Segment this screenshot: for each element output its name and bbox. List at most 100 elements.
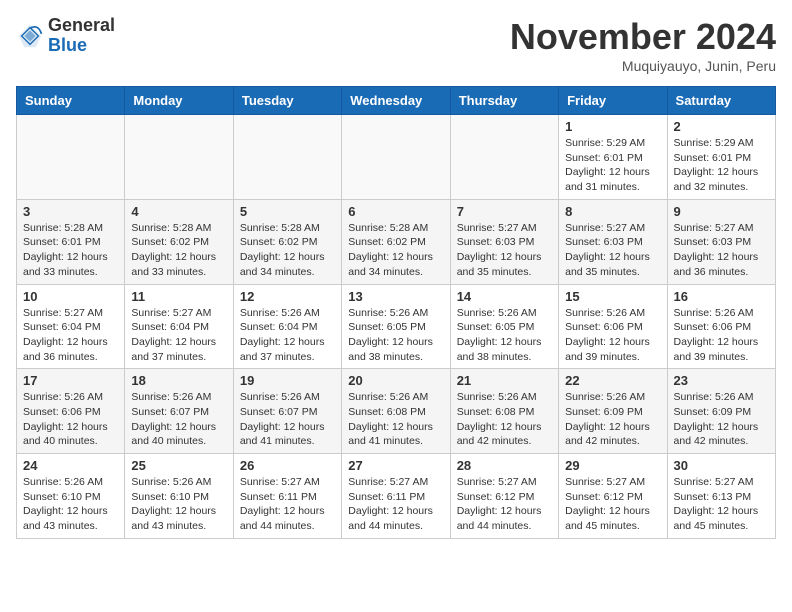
day-info: Sunrise: 5:28 AMSunset: 6:01 PMDaylight:… bbox=[23, 221, 118, 280]
calendar-day-cell: 25Sunrise: 5:26 AMSunset: 6:10 PMDayligh… bbox=[125, 454, 233, 539]
calendar-day-cell: 19 Sunrise: 5:26 AMSunset: 6:07 PMDayligh… bbox=[233, 369, 341, 454]
calendar-day-cell: 27Sunrise: 5:27 AMSunset: 6:11 PMDayligh… bbox=[342, 454, 450, 539]
calendar-day-cell bbox=[125, 115, 233, 200]
day-info: Sunrise: 5:29 AMSunset: 6:01 PMDaylight:… bbox=[565, 136, 660, 195]
calendar-day-cell: 24Sunrise: 5:26 AMSunset: 6:10 PMDayligh… bbox=[17, 454, 125, 539]
calendar-day-cell: 10 Sunrise: 5:27 AMSunset: 6:04 PMDayligh… bbox=[17, 284, 125, 369]
day-info: Sunrise: 5:26 AMSunset: 6:10 PMDaylight:… bbox=[23, 475, 118, 534]
day-number: 16 bbox=[674, 289, 769, 304]
day-number: 18 bbox=[131, 373, 226, 388]
day-info: Sunrise: 5:27 AMSunset: 6:13 PMDaylight:… bbox=[674, 475, 769, 534]
day-number: 11 bbox=[131, 289, 226, 304]
calendar-day-cell: 20 Sunrise: 5:26 AMSunset: 6:08 PMDayligh… bbox=[342, 369, 450, 454]
logo-text: General Blue bbox=[48, 16, 115, 56]
calendar-day-cell: 7 Sunrise: 5:27 AMSunset: 6:03 PMDaylight… bbox=[450, 199, 558, 284]
day-number: 30 bbox=[674, 458, 769, 473]
calendar-day-cell: 2 Sunrise: 5:29 AMSunset: 6:01 PMDaylight… bbox=[667, 115, 775, 200]
calendar-day-cell: 13Sunrise: 5:26 AMSunset: 6:05 PMDayligh… bbox=[342, 284, 450, 369]
calendar-day-cell: 6 Sunrise: 5:28 AMSunset: 6:02 PMDaylight… bbox=[342, 199, 450, 284]
calendar-day-cell: 1 Sunrise: 5:29 AMSunset: 6:01 PMDaylight… bbox=[559, 115, 667, 200]
calendar-day-cell: 23Sunrise: 5:26 AMSunset: 6:09 PMDayligh… bbox=[667, 369, 775, 454]
title-block: November 2024 Muquiyauyo, Junin, Peru bbox=[510, 16, 776, 74]
calendar-header-row: SundayMondayTuesdayWednesdayThursdayFrid… bbox=[17, 87, 776, 115]
calendar-weekday-saturday: Saturday bbox=[667, 87, 775, 115]
day-info: Sunrise: 5:26 AMSunset: 6:05 PMDaylight:… bbox=[457, 306, 552, 365]
logo-blue: Blue bbox=[48, 36, 115, 56]
calendar-day-cell bbox=[17, 115, 125, 200]
calendar-day-cell: 26 Sunrise: 5:27 AMSunset: 6:11 PMDayligh… bbox=[233, 454, 341, 539]
calendar-day-cell: 15Sunrise: 5:26 AMSunset: 6:06 PMDayligh… bbox=[559, 284, 667, 369]
day-number: 13 bbox=[348, 289, 443, 304]
day-number: 2 bbox=[674, 119, 769, 134]
day-number: 6 bbox=[348, 204, 443, 219]
calendar-week-row: 10 Sunrise: 5:27 AMSunset: 6:04 PMDayligh… bbox=[17, 284, 776, 369]
day-info: Sunrise: 5:27 AMSunset: 6:12 PMDaylight:… bbox=[565, 475, 660, 534]
day-info: Sunrise: 5:27 AMSunset: 6:04 PMDaylight:… bbox=[23, 306, 118, 365]
calendar-day-cell bbox=[342, 115, 450, 200]
day-info: Sunrise: 5:26 AMSunset: 6:08 PMDaylight:… bbox=[348, 390, 443, 449]
calendar-weekday-friday: Friday bbox=[559, 87, 667, 115]
calendar-weekday-thursday: Thursday bbox=[450, 87, 558, 115]
calendar-day-cell: 3 Sunrise: 5:28 AMSunset: 6:01 PMDaylight… bbox=[17, 199, 125, 284]
day-info: Sunrise: 5:26 AMSunset: 6:06 PMDaylight:… bbox=[674, 306, 769, 365]
day-number: 27 bbox=[348, 458, 443, 473]
calendar-day-cell: 18 Sunrise: 5:26 AMSunset: 6:07 PMDayligh… bbox=[125, 369, 233, 454]
calendar-table: SundayMondayTuesdayWednesdayThursdayFrid… bbox=[16, 86, 776, 539]
day-info: Sunrise: 5:28 AMSunset: 6:02 PMDaylight:… bbox=[348, 221, 443, 280]
calendar-week-row: 17Sunrise: 5:26 AMSunset: 6:06 PMDayligh… bbox=[17, 369, 776, 454]
calendar-day-cell: 4 Sunrise: 5:28 AMSunset: 6:02 PMDaylight… bbox=[125, 199, 233, 284]
day-info: Sunrise: 5:27 AMSunset: 6:11 PMDaylight:… bbox=[240, 475, 335, 534]
day-info: Sunrise: 5:27 AMSunset: 6:03 PMDaylight:… bbox=[457, 221, 552, 280]
day-number: 20 bbox=[348, 373, 443, 388]
day-number: 10 bbox=[23, 289, 118, 304]
logo-icon bbox=[16, 22, 44, 50]
calendar-day-cell: 12Sunrise: 5:26 AMSunset: 6:04 PMDayligh… bbox=[233, 284, 341, 369]
day-info: Sunrise: 5:26 AMSunset: 6:06 PMDaylight:… bbox=[23, 390, 118, 449]
day-info: Sunrise: 5:28 AMSunset: 6:02 PMDaylight:… bbox=[131, 221, 226, 280]
calendar-day-cell: 16 Sunrise: 5:26 AMSunset: 6:06 PMDayligh… bbox=[667, 284, 775, 369]
calendar-day-cell bbox=[450, 115, 558, 200]
day-info: Sunrise: 5:28 AMSunset: 6:02 PMDaylight:… bbox=[240, 221, 335, 280]
day-number: 22 bbox=[565, 373, 660, 388]
day-info: Sunrise: 5:29 AMSunset: 6:01 PMDaylight:… bbox=[674, 136, 769, 195]
page-header: General Blue November 2024 Muquiyauyo, J… bbox=[16, 16, 776, 74]
calendar-day-cell: 17Sunrise: 5:26 AMSunset: 6:06 PMDayligh… bbox=[17, 369, 125, 454]
calendar-day-cell: 11Sunrise: 5:27 AMSunset: 6:04 PMDayligh… bbox=[125, 284, 233, 369]
calendar-day-cell: 14Sunrise: 5:26 AMSunset: 6:05 PMDayligh… bbox=[450, 284, 558, 369]
month-title: November 2024 bbox=[510, 16, 776, 58]
calendar-day-cell: 21Sunrise: 5:26 AMSunset: 6:08 PMDayligh… bbox=[450, 369, 558, 454]
calendar-day-cell: 29 Sunrise: 5:27 AMSunset: 6:12 PMDayligh… bbox=[559, 454, 667, 539]
day-info: Sunrise: 5:27 AMSunset: 6:03 PMDaylight:… bbox=[565, 221, 660, 280]
calendar-day-cell: 22 Sunrise: 5:26 AMSunset: 6:09 PMDayligh… bbox=[559, 369, 667, 454]
calendar-weekday-wednesday: Wednesday bbox=[342, 87, 450, 115]
calendar-day-cell: 8 Sunrise: 5:27 AMSunset: 6:03 PMDaylight… bbox=[559, 199, 667, 284]
day-number: 19 bbox=[240, 373, 335, 388]
calendar-day-cell: 5Sunrise: 5:28 AMSunset: 6:02 PMDaylight… bbox=[233, 199, 341, 284]
day-info: Sunrise: 5:26 AMSunset: 6:06 PMDaylight:… bbox=[565, 306, 660, 365]
calendar-day-cell: 28 Sunrise: 5:27 AMSunset: 6:12 PMDayligh… bbox=[450, 454, 558, 539]
day-number: 21 bbox=[457, 373, 552, 388]
day-info: Sunrise: 5:26 AMSunset: 6:07 PMDaylight:… bbox=[131, 390, 226, 449]
day-number: 4 bbox=[131, 204, 226, 219]
day-number: 28 bbox=[457, 458, 552, 473]
calendar-weekday-sunday: Sunday bbox=[17, 87, 125, 115]
day-number: 3 bbox=[23, 204, 118, 219]
calendar-week-row: 3 Sunrise: 5:28 AMSunset: 6:01 PMDaylight… bbox=[17, 199, 776, 284]
day-number: 26 bbox=[240, 458, 335, 473]
day-info: Sunrise: 5:27 AMSunset: 6:12 PMDaylight:… bbox=[457, 475, 552, 534]
day-number: 8 bbox=[565, 204, 660, 219]
day-number: 29 bbox=[565, 458, 660, 473]
day-number: 9 bbox=[674, 204, 769, 219]
day-number: 7 bbox=[457, 204, 552, 219]
day-number: 25 bbox=[131, 458, 226, 473]
day-info: Sunrise: 5:26 AMSunset: 6:07 PMDaylight:… bbox=[240, 390, 335, 449]
calendar-week-row: 1 Sunrise: 5:29 AMSunset: 6:01 PMDaylight… bbox=[17, 115, 776, 200]
day-number: 1 bbox=[565, 119, 660, 134]
calendar-body: 1 Sunrise: 5:29 AMSunset: 6:01 PMDaylight… bbox=[17, 115, 776, 539]
calendar-day-cell: 9Sunrise: 5:27 AMSunset: 6:03 PMDaylight… bbox=[667, 199, 775, 284]
day-info: Sunrise: 5:26 AMSunset: 6:09 PMDaylight:… bbox=[565, 390, 660, 449]
location: Muquiyauyo, Junin, Peru bbox=[510, 58, 776, 74]
logo: General Blue bbox=[16, 16, 115, 56]
calendar-weekday-monday: Monday bbox=[125, 87, 233, 115]
day-number: 12 bbox=[240, 289, 335, 304]
